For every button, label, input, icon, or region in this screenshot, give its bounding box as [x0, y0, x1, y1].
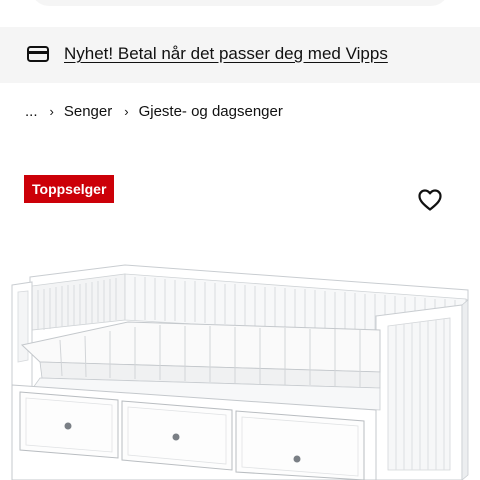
breadcrumb: ... › Senger › Gjeste- og dagsenger [25, 100, 283, 122]
chevron-right-icon: › [124, 103, 129, 119]
credit-card-icon [27, 46, 49, 62]
top-seller-badge: Toppselger [24, 175, 115, 203]
chevron-right-icon: › [49, 103, 54, 119]
promo-banner[interactable]: Nyhet! Betal når det passer deg med Vipp… [0, 27, 480, 83]
search-bar[interactable] [31, 0, 449, 6]
breadcrumb-item-gjeste-og-dagsenger[interactable]: Gjeste- og dagsenger [139, 103, 283, 120]
product-image[interactable] [0, 258, 480, 480]
breadcrumb-item-senger[interactable]: Senger [64, 103, 112, 120]
breadcrumb-ellipsis[interactable]: ... [25, 103, 38, 120]
heart-outline-icon [418, 189, 442, 211]
favourite-button[interactable] [414, 184, 446, 216]
promo-link[interactable]: Nyhet! Betal når det passer deg med Vipp… [64, 44, 388, 64]
